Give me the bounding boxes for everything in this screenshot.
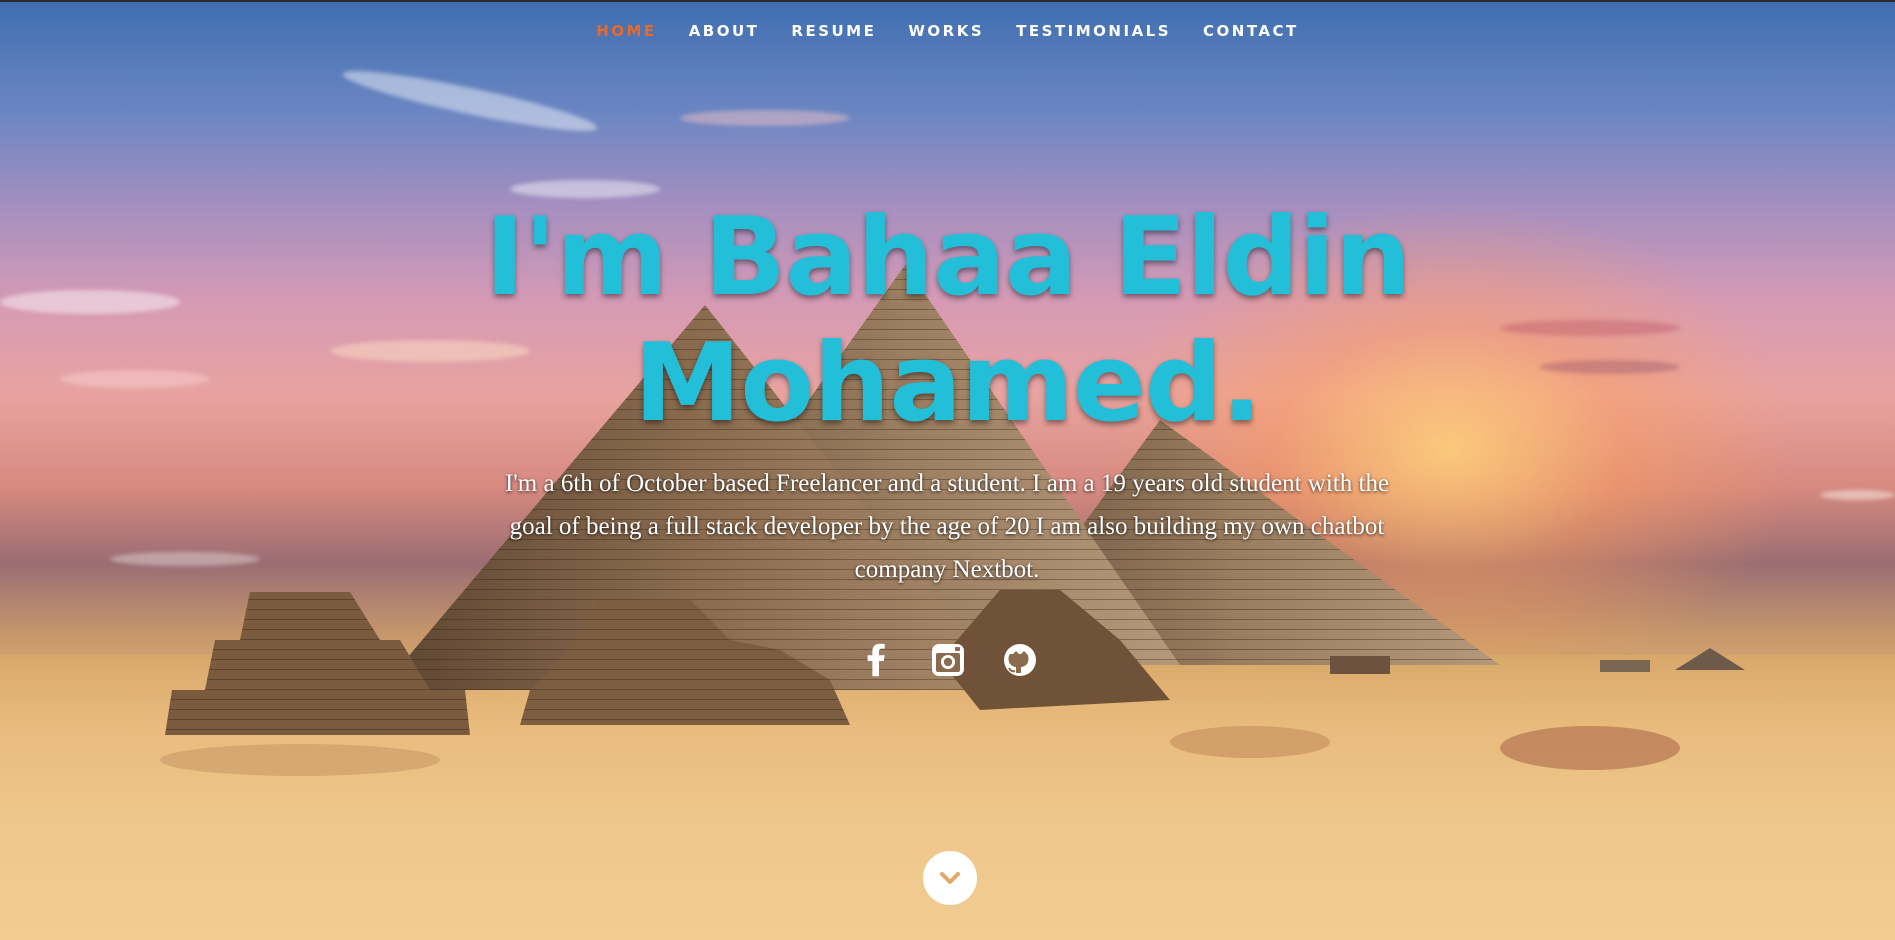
headline-line-2: Mohamed. [633, 321, 1263, 446]
nav-contact[interactable]: CONTACT [1203, 22, 1299, 40]
nav-resume[interactable]: RESUME [791, 22, 876, 40]
social-links [0, 642, 1895, 678]
github-icon[interactable] [1002, 642, 1038, 678]
instagram-icon[interactable] [930, 642, 966, 678]
nav-about[interactable]: ABOUT [689, 22, 760, 40]
chevron-down-icon [940, 872, 960, 884]
hero-headline: I'm Bahaa Eldin Mohamed. [0, 195, 1895, 447]
hero-section: HOME ABOUT RESUME WORKS TESTIMONIALS CON… [0, 0, 1895, 940]
nav-works[interactable]: WORKS [908, 22, 984, 40]
scroll-down-button[interactable] [923, 851, 977, 905]
nav-testimonials[interactable]: TESTIMONIALS [1016, 22, 1171, 40]
facebook-icon[interactable] [858, 642, 894, 678]
headline-line-1: I'm Bahaa Eldin [484, 195, 1412, 320]
main-nav: HOME ABOUT RESUME WORKS TESTIMONIALS CON… [0, 22, 1895, 40]
nav-home[interactable]: HOME [596, 22, 656, 40]
hero-intro-text: I'm a 6th of October based Freelancer an… [504, 470, 1390, 583]
